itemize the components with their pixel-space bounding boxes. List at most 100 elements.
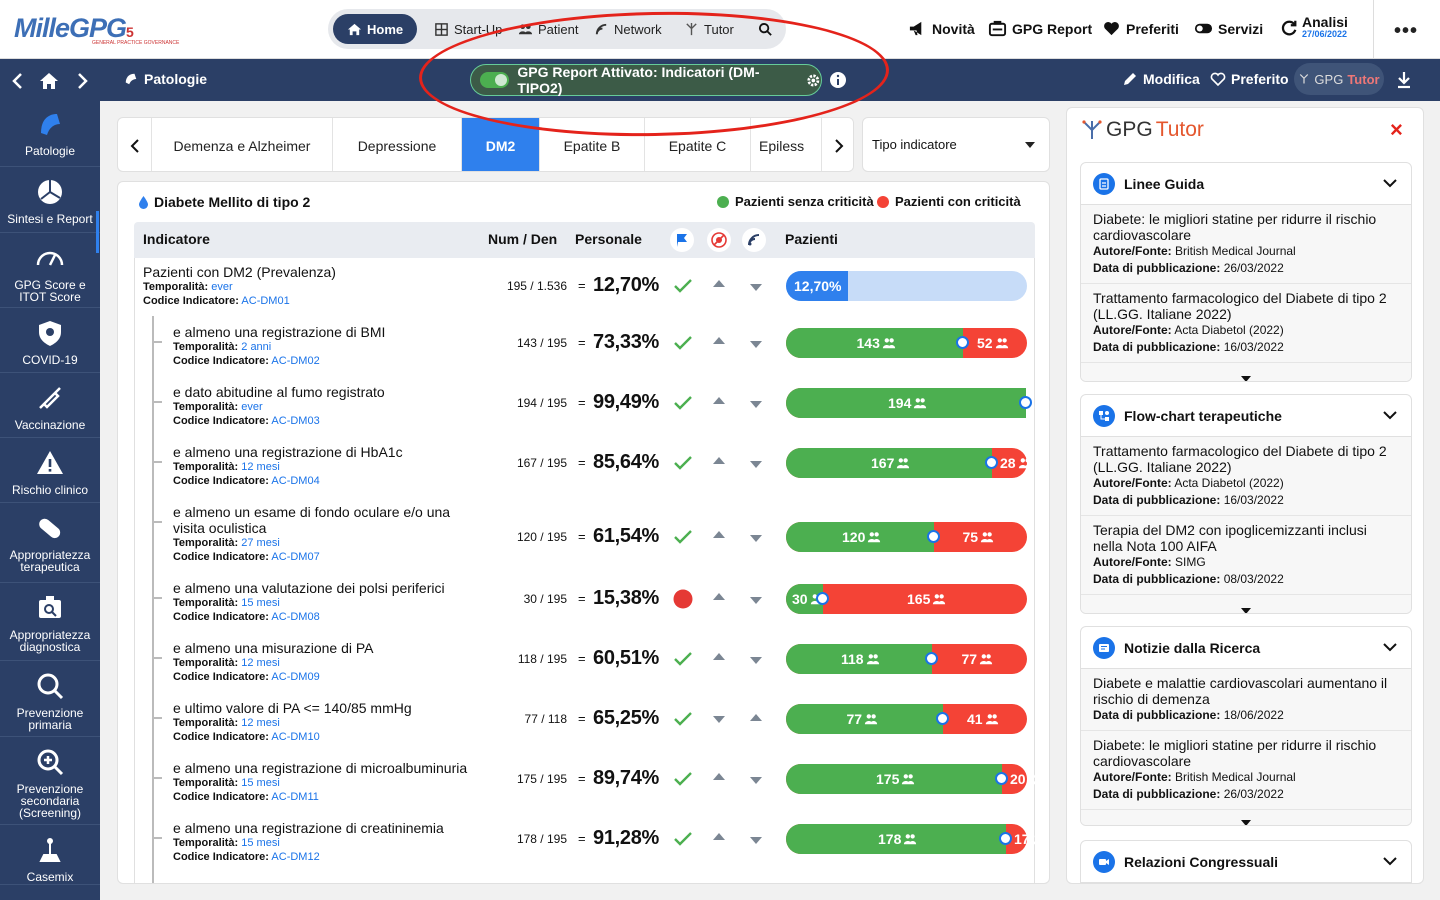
bar-threshold-knob[interactable] [985, 456, 998, 469]
tutor-item[interactable]: Trattamento farmacologico del Diabete di… [1081, 437, 1411, 516]
no-virus-icon[interactable] [707, 228, 731, 252]
codice-value[interactable]: AC-DM07 [271, 551, 319, 563]
nav-search[interactable] [758, 14, 773, 44]
report-status-pill[interactable]: GPG Report Attivato: Indicatori (DM-TIPO… [470, 64, 822, 96]
trend-down-icon[interactable] [750, 341, 762, 348]
info-icon[interactable] [829, 71, 847, 89]
sidebar-item-magnifier[interactable]: Prevenzione primaria [0, 661, 100, 737]
bar-threshold-knob[interactable] [999, 832, 1012, 845]
trend-up-icon[interactable] [713, 457, 725, 464]
forward-icon[interactable] [72, 71, 92, 91]
gpg-report-link[interactable]: GPG Report [988, 19, 1092, 38]
patients-bar[interactable]: 143 52 [786, 328, 1027, 358]
tutor-item[interactable]: Diabete: le migliori statine per ridurre… [1081, 205, 1411, 284]
nav-home[interactable]: Home [333, 14, 418, 44]
tab-dm2[interactable]: DM2 [462, 118, 540, 171]
gpg-tutor-button[interactable]: GPG Tutor [1294, 63, 1384, 95]
chevron-down-icon[interactable] [1383, 856, 1397, 866]
nav-patient[interactable]: Patient [518, 14, 578, 44]
sidebar-item-patologie[interactable]: Patologie [0, 101, 100, 167]
sidebar-item-pie-chart[interactable]: Sintesi e Report [0, 167, 100, 233]
bar-threshold-knob[interactable] [936, 712, 949, 725]
patients-bar[interactable]: 30 165 [786, 584, 1027, 614]
codice-value[interactable]: AC-DM10 [271, 731, 319, 743]
trend-up-icon[interactable] [713, 531, 725, 538]
tabs-prev-button[interactable] [118, 118, 152, 171]
sidebar-item-diagnostic[interactable]: Appropriatezza diagnostica [0, 583, 100, 661]
tutor-item-title[interactable]: Terapia del DM2 con ipoglicemizzanti inc… [1093, 522, 1399, 554]
back-icon[interactable] [8, 71, 28, 91]
network-badge-icon[interactable] [742, 228, 766, 252]
nav-network[interactable]: Network [594, 14, 662, 44]
trend-up-icon[interactable] [713, 773, 725, 780]
patients-bar[interactable]: 178 17 [786, 824, 1045, 854]
codice-value[interactable]: AC-DM02 [271, 355, 319, 367]
tutor-item-title[interactable]: Trattamento farmacologico del Diabete di… [1093, 290, 1399, 322]
sidebar-item-scale[interactable]: Casemix [0, 825, 100, 885]
sidebar-item-zoom-plus[interactable]: Prevenzione secondaria (Screening) [0, 737, 100, 825]
trend-down-icon[interactable] [713, 716, 725, 723]
patients-bar[interactable]: 118 77 [786, 644, 1027, 674]
chevron-down-icon[interactable] [1383, 178, 1397, 188]
flag-icon[interactable] [670, 228, 694, 252]
tabs-next-button[interactable] [821, 118, 853, 171]
codice-value[interactable]: AC-DM03 [271, 415, 319, 427]
preferito-button[interactable]: Preferito [1210, 71, 1289, 87]
nav-tutor[interactable]: Tutor [684, 14, 734, 44]
more-menu-button[interactable]: ••• [1394, 20, 1418, 43]
analisi-button[interactable]: Analisi 27/06/2022 [1280, 15, 1348, 39]
preferiti-link[interactable]: Preferiti [1102, 19, 1179, 38]
trend-up-icon[interactable] [713, 833, 725, 840]
tutor-item-title[interactable]: Diabete: le migliori statine per ridurre… [1093, 737, 1399, 769]
header-num-den[interactable]: Num / Den [488, 231, 557, 247]
bar-threshold-knob[interactable] [1019, 396, 1032, 409]
tutor-item[interactable]: Trattamento farmacologico del Diabete di… [1081, 284, 1411, 363]
show-more-icon[interactable] [1241, 820, 1251, 825]
gear-icon[interactable] [806, 73, 821, 88]
download-icon[interactable] [1396, 71, 1412, 89]
show-more-icon[interactable] [1241, 608, 1251, 613]
app-logo[interactable]: MilleGPG5 GENERAL PRACTICE GOVERNANCE [14, 13, 179, 46]
bar-threshold-knob[interactable] [816, 592, 829, 605]
trend-up-icon[interactable] [713, 397, 725, 404]
tutor-item-title[interactable]: Diabete e malattie cardiovascolari aumen… [1093, 675, 1399, 707]
nav-startup[interactable]: Start-Up [434, 14, 502, 44]
chevron-down-icon[interactable] [1383, 410, 1397, 420]
trend-up-icon[interactable] [713, 337, 725, 344]
card-header[interactable]: Relazioni Congressuali [1081, 841, 1411, 883]
servizi-link[interactable]: Servizi [1194, 19, 1263, 38]
trend-up-icon[interactable] [750, 714, 762, 721]
patients-bar[interactable]: 194 1 [786, 388, 1049, 418]
patients-bar[interactable]: 77 41 [786, 704, 1027, 734]
sidebar-item-shield[interactable]: COVID-19 [0, 308, 100, 373]
sidebar-item-gauge[interactable]: GPG Score e ITOT Score [0, 233, 100, 308]
close-icon[interactable]: × [1390, 119, 1403, 141]
tab-epiless[interactable]: Epiless [751, 118, 821, 171]
trend-down-icon[interactable] [750, 284, 762, 291]
patients-bar[interactable]: 120 75 [786, 522, 1027, 552]
codice-value[interactable]: AC-DM01 [241, 295, 289, 307]
header-indicatore[interactable]: Indicatore [143, 231, 210, 247]
prevalence-bar[interactable]: 12,70% [786, 271, 1027, 301]
trend-down-icon[interactable] [750, 657, 762, 664]
sidebar-item-pill[interactable]: Appropriatezza terapeutica [0, 503, 100, 583]
tutor-item-title[interactable]: Trattamento farmacologico del Diabete di… [1093, 443, 1399, 475]
trend-down-icon[interactable] [750, 777, 762, 784]
trend-up-icon[interactable] [713, 653, 725, 660]
trend-down-icon[interactable] [750, 401, 762, 408]
sidebar-item-syringe[interactable]: Vaccinazione [0, 373, 100, 438]
tutor-item-title[interactable]: Diabete: le migliori statine per ridurre… [1093, 211, 1399, 243]
bar-threshold-knob[interactable] [995, 772, 1008, 785]
trend-down-icon[interactable] [750, 837, 762, 844]
trend-down-icon[interactable] [750, 597, 762, 604]
report-toggle[interactable] [480, 72, 510, 88]
modifica-button[interactable]: Modifica [1122, 71, 1200, 87]
codice-value[interactable]: AC-DM08 [271, 611, 319, 623]
bar-threshold-knob[interactable] [925, 652, 938, 665]
codice-value[interactable]: AC-DM12 [271, 851, 319, 863]
patients-bar[interactable]: 167 28 [786, 448, 1031, 478]
bar-threshold-knob[interactable] [956, 336, 969, 349]
tutor-item[interactable]: Diabete e malattie cardiovascolari aumen… [1081, 669, 1411, 731]
patients-bar[interactable]: 175 20 [786, 764, 1041, 794]
trend-up-icon[interactable] [713, 280, 725, 287]
